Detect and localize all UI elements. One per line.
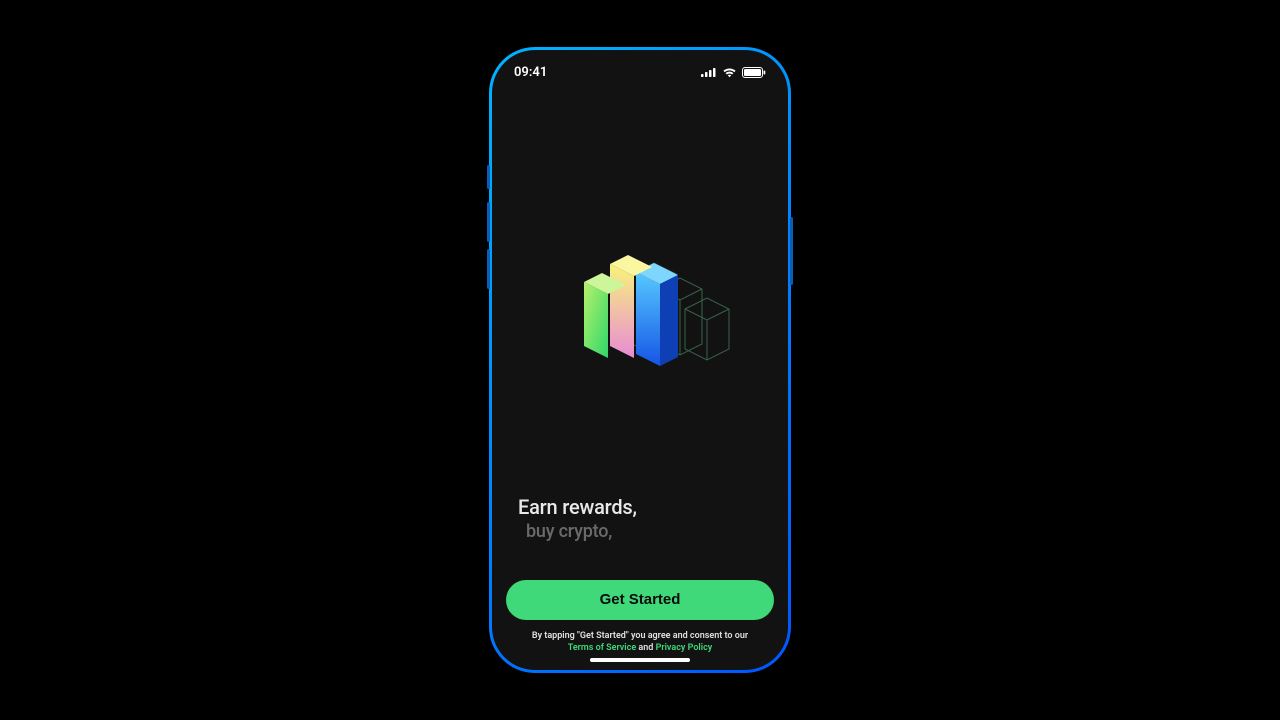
onboarding-content: Earn rewards, buy crypto, Get Started By… bbox=[492, 94, 788, 670]
tagline-line-1: Earn rewards, bbox=[518, 495, 762, 519]
signal-icon bbox=[701, 67, 717, 77]
battery-icon bbox=[742, 67, 766, 78]
get-started-button[interactable]: Get Started bbox=[506, 580, 774, 620]
wifi-icon bbox=[722, 67, 737, 78]
tagline: Earn rewards, buy crypto, bbox=[506, 495, 774, 580]
status-indicators bbox=[701, 67, 766, 78]
phone-screen: 09:41 bbox=[492, 50, 788, 670]
stage: 09:41 bbox=[0, 0, 1280, 720]
home-indicator[interactable] bbox=[590, 658, 690, 662]
legal-text: By tapping "Get Started" you agree and c… bbox=[506, 630, 774, 654]
phone-frame: 09:41 bbox=[489, 47, 791, 673]
status-bar: 09:41 bbox=[492, 50, 788, 94]
hero-illustration bbox=[506, 94, 774, 495]
legal-and: and bbox=[636, 643, 655, 653]
phone-volume-up bbox=[487, 202, 490, 242]
phone-mute-switch bbox=[487, 165, 490, 189]
privacy-policy-link[interactable]: Privacy Policy bbox=[656, 643, 713, 653]
tagline-line-2: buy crypto, bbox=[518, 521, 762, 542]
terms-of-service-link[interactable]: Terms of Service bbox=[568, 643, 636, 653]
phone-volume-down bbox=[487, 249, 490, 289]
status-time: 09:41 bbox=[514, 65, 547, 80]
phone-power-button bbox=[790, 217, 793, 285]
legal-prefix: By tapping "Get Started" you agree and c… bbox=[532, 631, 748, 641]
